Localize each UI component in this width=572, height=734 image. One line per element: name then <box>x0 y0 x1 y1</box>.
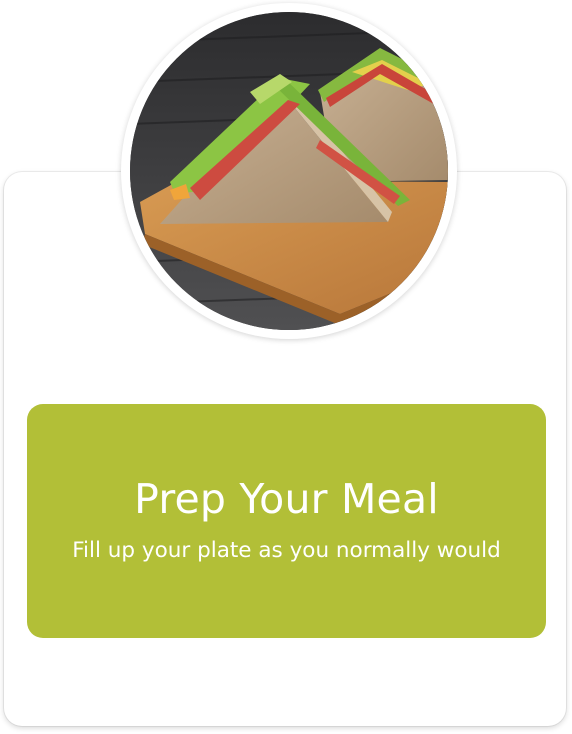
sandwich-image <box>130 12 448 330</box>
banner-subtitle: Fill up your plate as you normally would <box>72 538 501 563</box>
sandwich-photo-icon <box>130 12 448 330</box>
banner-title: Prep Your Meal <box>134 475 439 523</box>
step-banner: Prep Your Meal Fill up your plate as you… <box>27 404 546 638</box>
meal-step-widget: Prep Your Meal Fill up your plate as you… <box>0 0 572 734</box>
